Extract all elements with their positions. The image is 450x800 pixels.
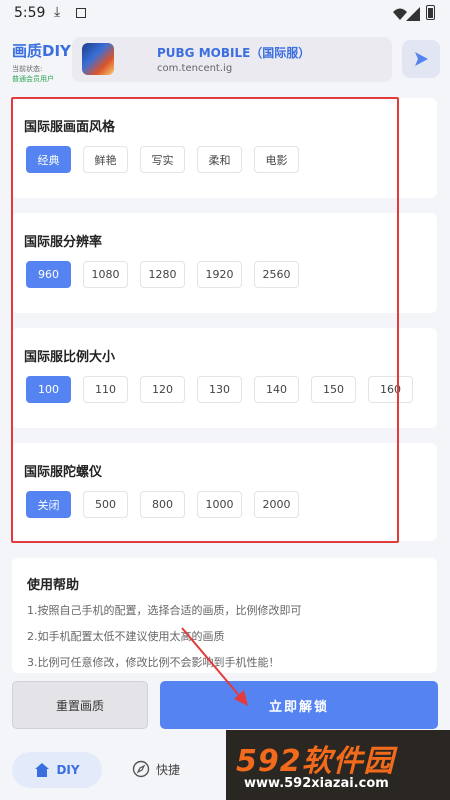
watermark-logo: 592软件园 [236,744,395,779]
option-style-movie[interactable]: 电影 [254,146,299,173]
section-title: 国际服分辨率 [24,235,103,250]
option-style-realistic[interactable]: 写实 [140,146,185,173]
option-gyro-800[interactable]: 800 [140,491,185,518]
option-ratio-160[interactable]: 160 [368,376,413,403]
section-style: 国际服画面风格 经典 鲜艳 写实 柔和 电影 [12,98,437,198]
option-gyro-off[interactable]: 关闭 [26,491,71,518]
download-icon: ⤓ [54,4,61,20]
nav-tab-diy[interactable]: DIY [12,752,102,788]
section-title: 国际服陀螺仪 [24,465,103,480]
brand: 画质DIY 当前状态: 普通会员用户 [12,40,76,84]
section-title: 国际服画面风格 [24,120,116,135]
option-ratio-110[interactable]: 110 [83,376,128,403]
nav-tab-quick[interactable]: 快捷 [132,760,180,778]
signal-icon [393,7,420,21]
option-ratio-120[interactable]: 120 [140,376,185,403]
app-title: 画质DIY [12,42,71,60]
nav-label-quick: 快捷 [156,762,181,777]
status-label: 当前状态: [12,65,43,73]
watermark: 592软件园 www.592xiazai.com [226,730,450,800]
help-section: 使用帮助 1.按照自己手机的配置，选择合适的画质，比例修改即可 2.如手机配置太… [12,558,437,673]
option-ratio-100[interactable]: 100 [26,376,71,403]
option-gyro-2000[interactable]: 2000 [254,491,299,518]
option-ratio-150[interactable]: 150 [311,376,356,403]
help-line: 2.如手机配置太低不建议使用太高的画质 [27,630,225,643]
battery-icon [426,5,435,20]
reset-quality-button[interactable]: 重置画质 [12,681,148,729]
option-ratio-140[interactable]: 140 [254,376,299,403]
option-gyro-500[interactable]: 500 [83,491,128,518]
help-line: 1.按照自己手机的配置，选择合适的画质，比例修改即可 [27,604,302,617]
compass-icon [132,760,150,778]
option-resolution-960[interactable]: 960 [26,261,71,288]
home-icon [35,763,50,777]
option-resolution-1080[interactable]: 1080 [83,261,128,288]
game-package: com.tencent.ig [157,63,233,74]
unlock-button[interactable]: 立即解锁 [160,681,438,729]
section-title: 国际服比例大小 [24,350,116,365]
notification-icon [76,8,86,18]
section-ratio: 国际服比例大小 100 110 120 130 140 150 160 [12,328,437,428]
help-title: 使用帮助 [27,578,80,593]
user-type: 普通会员用户 [12,75,54,83]
option-gyro-1000[interactable]: 1000 [197,491,242,518]
option-resolution-2560[interactable]: 2560 [254,261,299,288]
game-icon [82,43,114,75]
help-line: 3.比例可任意修改，修改比例不会影响到手机性能！ [27,656,280,669]
status-bar: 5:59 ⤓ [0,0,450,28]
section-resolution: 国际服分辨率 960 1080 1280 1920 2560 [12,213,437,313]
option-style-soft[interactable]: 柔和 [197,146,242,173]
game-selector[interactable]: PUBG MOBILE（国际服） com.tencent.ig [72,37,392,82]
option-resolution-1280[interactable]: 1280 [140,261,185,288]
option-style-vivid[interactable]: 鲜艳 [83,146,128,173]
launch-game-button[interactable] [402,40,440,78]
play-icon [415,52,428,66]
game-name: PUBG MOBILE（国际服） [157,46,311,60]
watermark-url: www.592xiazai.com [244,776,389,791]
option-resolution-1920[interactable]: 1920 [197,261,242,288]
option-style-classic[interactable]: 经典 [26,146,71,173]
option-ratio-130[interactable]: 130 [197,376,242,403]
section-gyro: 国际服陀螺仪 关闭 500 800 1000 2000 [12,443,437,541]
status-time: 5:59 [14,5,46,21]
nav-label-diy: DIY [56,763,80,777]
